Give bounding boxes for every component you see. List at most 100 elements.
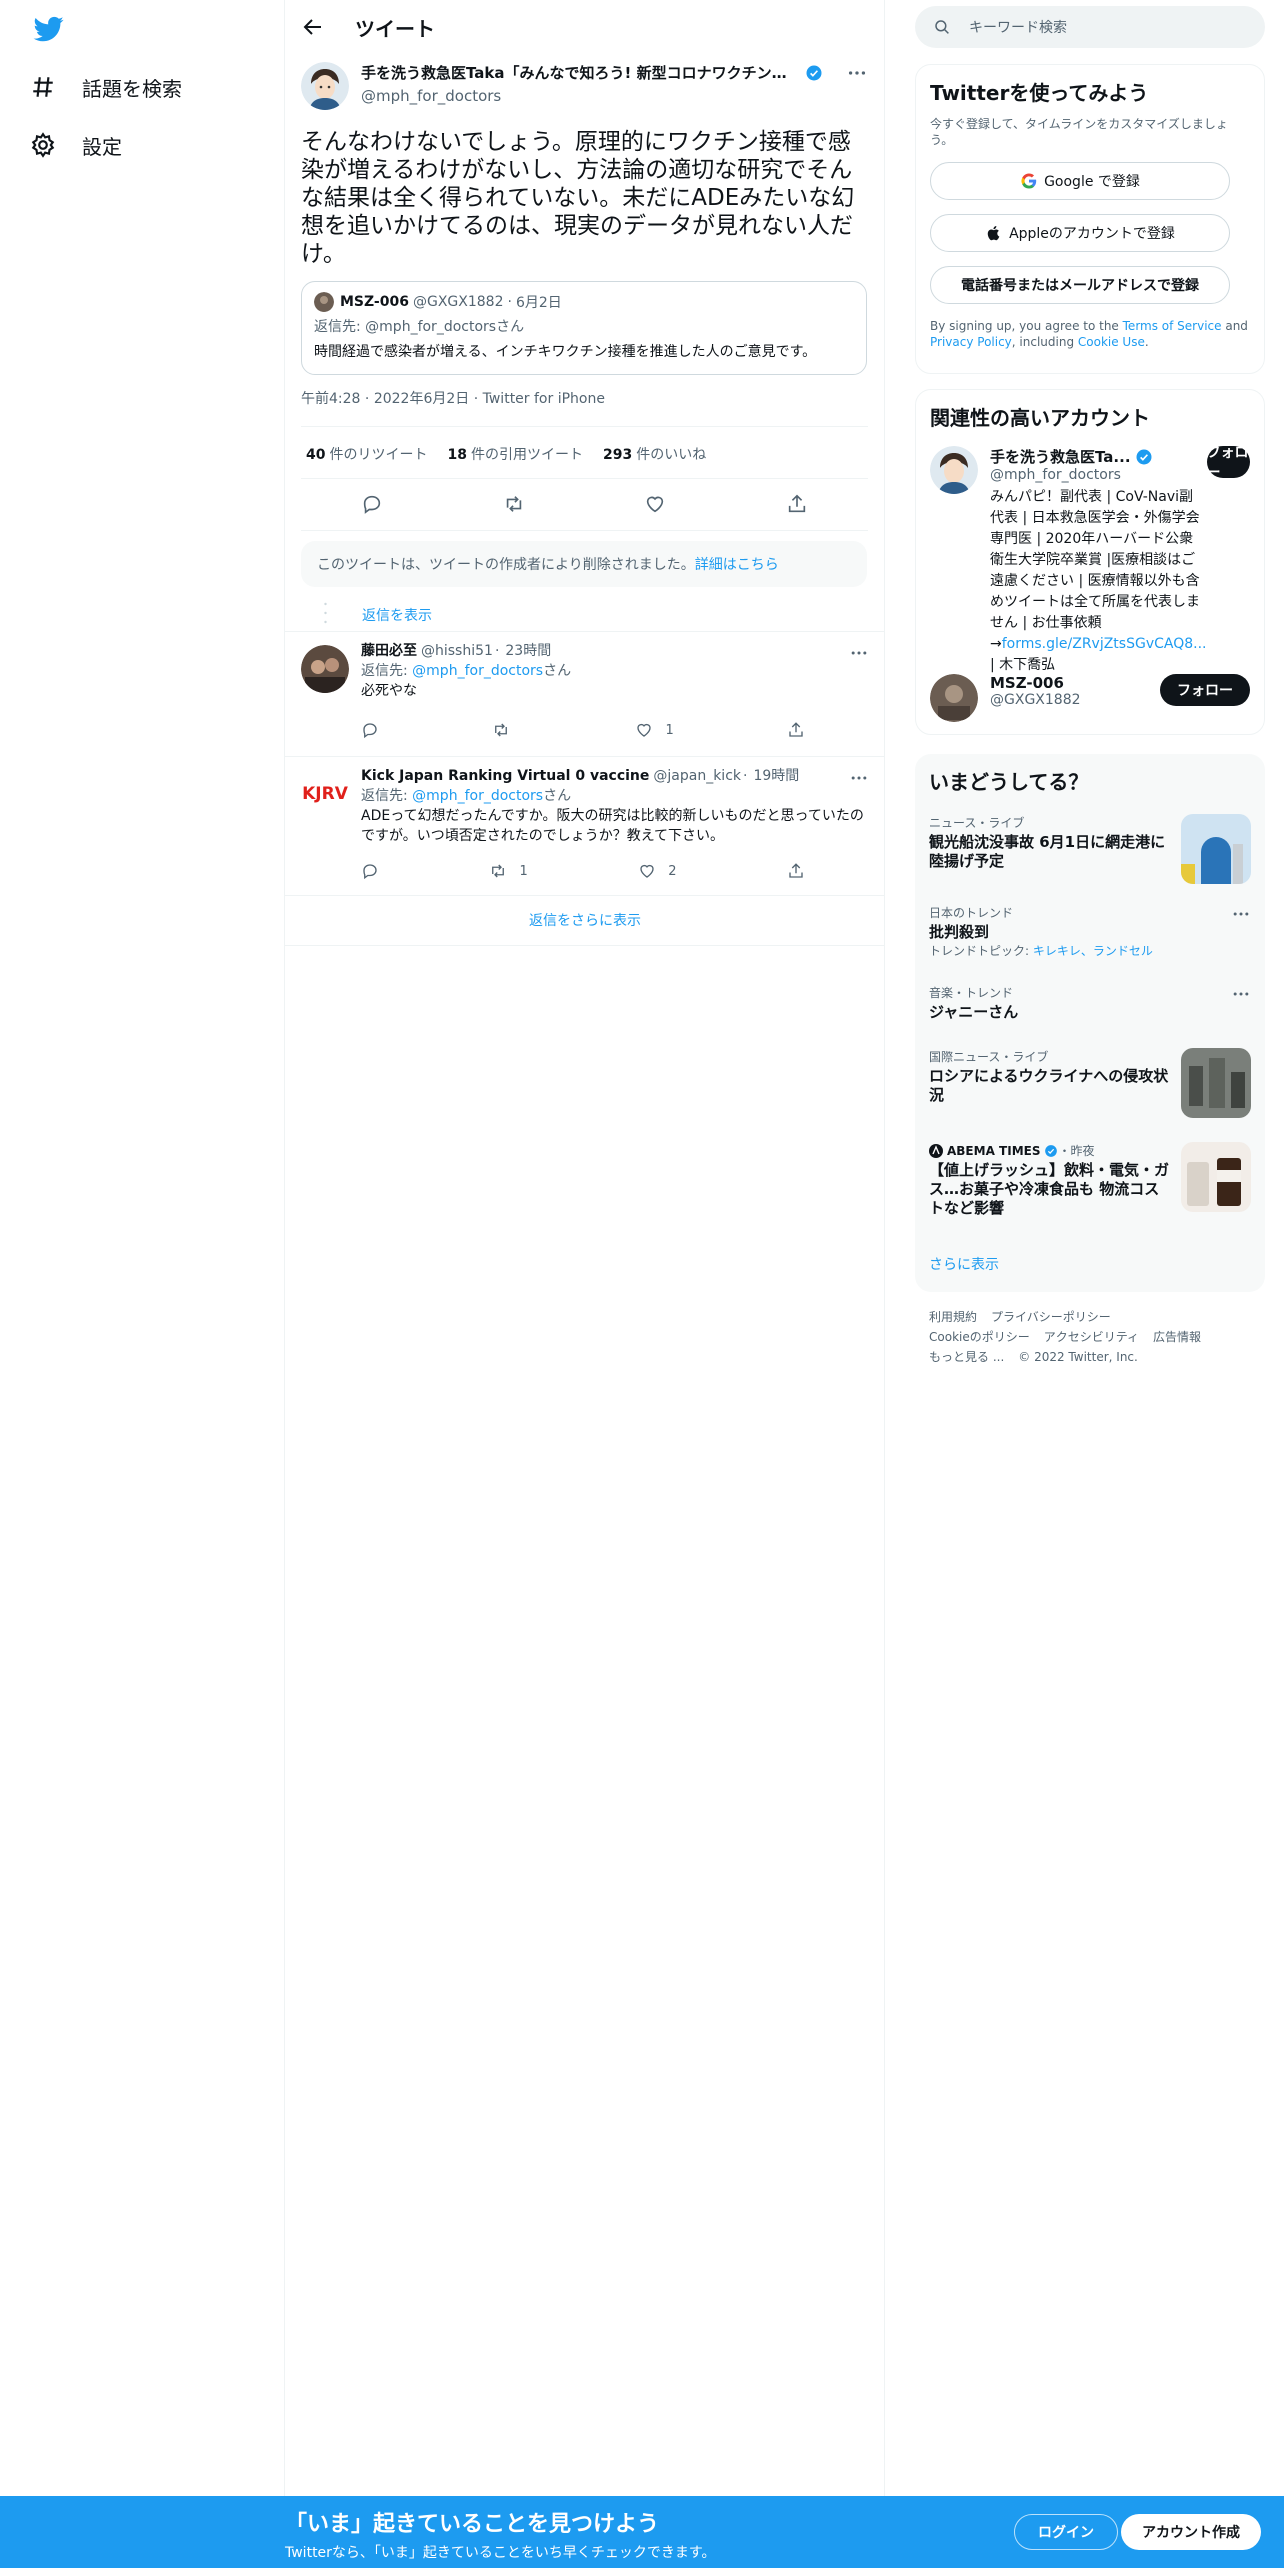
phone-signup-button[interactable]: 電話番号またはメールアドレスで登録 [930, 266, 1230, 304]
account-item[interactable]: MSZ-006 @GXGX1882 フォロー [930, 674, 1250, 722]
reply-reply-button[interactable] [361, 862, 379, 880]
reply-avatar[interactable]: KJRV [301, 770, 349, 818]
reply-author-name[interactable]: 藤田必至 [361, 641, 417, 661]
tweet-text: そんなわけないでしょう。原理的にワクチン接種で感染が増えるわけがないし、方法論の… [301, 129, 855, 267]
reply-author-name[interactable]: Kick Japan Ranking Virtual 0 vaccine [361, 766, 649, 786]
trend-title: ジャニーさん [929, 1003, 1019, 1021]
reply-like-button[interactable]: 2 [638, 862, 677, 880]
author-name[interactable]: 手を洗う救急医Taka「みんなで知ろう! 新型コロナワクチンとH... [361, 62, 801, 83]
footer-link[interactable]: 広告情報 [1153, 1330, 1201, 1344]
like-count: 1 [665, 722, 674, 738]
account-name[interactable]: MSZ-006 [990, 674, 1160, 692]
retweet-icon[interactable] [503, 493, 525, 515]
reply-author-handle[interactable]: @hisshi51 [421, 641, 493, 661]
phone-signup-label: 電話番号またはメールアドレスで登録 [961, 278, 1199, 294]
footer-link[interactable]: もっと見る ... [929, 1350, 1004, 1364]
reply-retweet-button[interactable]: 1 [489, 862, 528, 880]
google-signup-button[interactable]: Google で登録 [930, 162, 1230, 200]
privacy-link[interactable]: Privacy Policy [930, 335, 1012, 349]
account-avatar[interactable] [930, 674, 978, 722]
follow-button[interactable]: フォロー [1160, 674, 1250, 706]
search-input[interactable]: キーワード検索 [915, 6, 1265, 48]
terms-link[interactable]: Terms of Service [1123, 319, 1222, 333]
likes-stat[interactable]: 293 件のいいね [603, 444, 706, 464]
trend-category: 日本のトレンド [929, 906, 1014, 920]
account-item[interactable]: 手を洗う救急医Ta... @mph_for_doctors みんパピ！副代表 |… [930, 445, 1250, 676]
footer-link[interactable]: 利用規約 [929, 1310, 977, 1324]
banner-subtitle: Twitterなら、「いま」起きていることをいち早くチェックできます。 [285, 2545, 716, 2561]
nav-explore[interactable]: 話題を検索 [30, 62, 182, 112]
reply-item[interactable]: 藤田必至 @hisshi51 · 23時間 返信先: @mph_for_doct… [285, 633, 885, 757]
retweet-count: 1 [519, 863, 528, 879]
more-options-icon[interactable] [1231, 904, 1251, 924]
learn-more-link[interactable]: 詳細はこちら [695, 554, 779, 574]
author-handle[interactable]: @mph_for_doctors [361, 87, 846, 105]
cookie-link[interactable]: Cookie Use [1078, 335, 1145, 349]
bio-link[interactable]: forms.gle/ZRvjZtsSGvCAQ8... [1002, 636, 1207, 652]
relevant-accounts-panel: 関連性の高いアカウント 手を洗う救急医Ta... @mph_for_doctor… [915, 389, 1265, 735]
reply-like-button[interactable]: 1 [635, 721, 674, 739]
reply-avatar[interactable] [301, 645, 349, 693]
page-title: ツイート [355, 16, 435, 41]
apple-signup-button[interactable]: Appleのアカウントで登録 [930, 214, 1230, 252]
reply-time[interactable]: 19時間 [753, 766, 799, 786]
trend-item[interactable]: ABEMA TIMES ・昨夜 【値上げラッシュ】飲料・電気・ガス…お菓子や冷凍… [929, 1142, 1251, 1218]
nav-settings[interactable]: 設定 [30, 120, 122, 170]
page-header: ツイート [285, 0, 884, 54]
trend-item[interactable]: 音楽・トレンド ジャニーさん [929, 984, 1251, 1022]
tweet-date[interactable]: 2022年6月2日 [374, 391, 469, 407]
left-nav: 話題を検索 設定 [0, 0, 285, 2568]
reply-suffix: さん [543, 788, 572, 804]
reply-icon[interactable] [361, 493, 383, 515]
divider [301, 478, 868, 479]
show-more-replies-link[interactable]: 返信をさらに表示 [285, 896, 885, 946]
account-avatar[interactable] [930, 446, 978, 494]
footer-link[interactable]: プライバシーポリシー [991, 1310, 1111, 1324]
reply-item[interactable]: KJRV Kick Japan Ranking Virtual 0 vaccin… [285, 758, 885, 896]
more-options-icon[interactable] [849, 643, 869, 663]
like-icon [637, 723, 652, 737]
footer-link[interactable]: Cookieのポリシー [929, 1330, 1030, 1344]
trend-item[interactable]: 日本のトレンド 批判殺到 トレンドトピック: キレキレ、ランドセル [929, 904, 1251, 959]
twitter-logo-icon[interactable] [32, 14, 66, 44]
reply-reply-button[interactable] [361, 721, 379, 739]
reply-share-button[interactable] [787, 721, 805, 739]
reply-share-button[interactable] [787, 862, 805, 880]
reply-time[interactable]: 23時間 [505, 641, 551, 661]
like-icon[interactable] [644, 493, 666, 515]
bio-text: みんパピ！副代表 | CoV-Navi副代表 | 日本救急医学会・外傷学会専門医… [990, 489, 1200, 652]
reply-icon [363, 864, 377, 880]
account-name[interactable]: 手を洗う救急医Ta... [990, 446, 1131, 467]
trend-topics-links[interactable]: キレキレ、ランドセル [1033, 944, 1153, 958]
trend-title: ロシアによるウクライナへの侵攻状況 [929, 1067, 1169, 1104]
reply-to-handle[interactable]: @mph_for_doctors [412, 663, 543, 679]
share-icon[interactable] [786, 493, 808, 515]
follow-button[interactable]: フォロー [1206, 445, 1250, 481]
reply-to-handle[interactable]: @mph_for_doctors [412, 788, 543, 804]
account-handle: @mph_for_doctors [990, 467, 1121, 483]
reply-retweet-button[interactable] [492, 721, 522, 739]
quoted-tweet[interactable]: MSZ-006 @GXGX1882 · 6月2日 返信先: @mph_for_d… [301, 281, 867, 375]
footer-link[interactable]: アクセシビリティ [1044, 1330, 1139, 1344]
more-options-icon[interactable] [849, 768, 869, 788]
thread-dots-icon [324, 602, 327, 624]
tweet-time[interactable]: 午前4:28 [301, 391, 360, 407]
trend-item[interactable]: ニュース・ライブ 観光船沈没事故 6月1日に網走港に陸揚げ予定 [929, 814, 1251, 884]
more-options-icon[interactable] [846, 62, 868, 84]
author-avatar[interactable] [301, 62, 349, 110]
quotes-stat[interactable]: 18 件の引用ツイート [447, 444, 582, 464]
gear-icon [31, 132, 55, 158]
show-replies-link[interactable]: 返信を表示 [362, 605, 432, 625]
trend-topics: トレンドトピック: キレキレ、ランドセル [929, 942, 1251, 959]
signup-button[interactable]: アカウント作成 [1121, 2514, 1261, 2550]
login-button[interactable]: ログイン [1014, 2514, 1118, 2550]
google-signup-label: Google で登録 [1044, 174, 1140, 190]
trend-item[interactable]: 国際ニュース・ライブ ロシアによるウクライナへの侵攻状況 [929, 1048, 1251, 1118]
more-options-icon[interactable] [1231, 984, 1251, 1004]
tos-middle: , including [1011, 335, 1078, 349]
reply-author-handle[interactable]: @japan_kick [653, 766, 741, 786]
tweet-client: Twitter for iPhone [482, 391, 605, 407]
back-arrow-icon[interactable] [301, 15, 325, 39]
retweets-stat[interactable]: 40 件のリツイート [306, 444, 427, 464]
trends-show-more[interactable]: さらに表示 [929, 1254, 999, 1274]
